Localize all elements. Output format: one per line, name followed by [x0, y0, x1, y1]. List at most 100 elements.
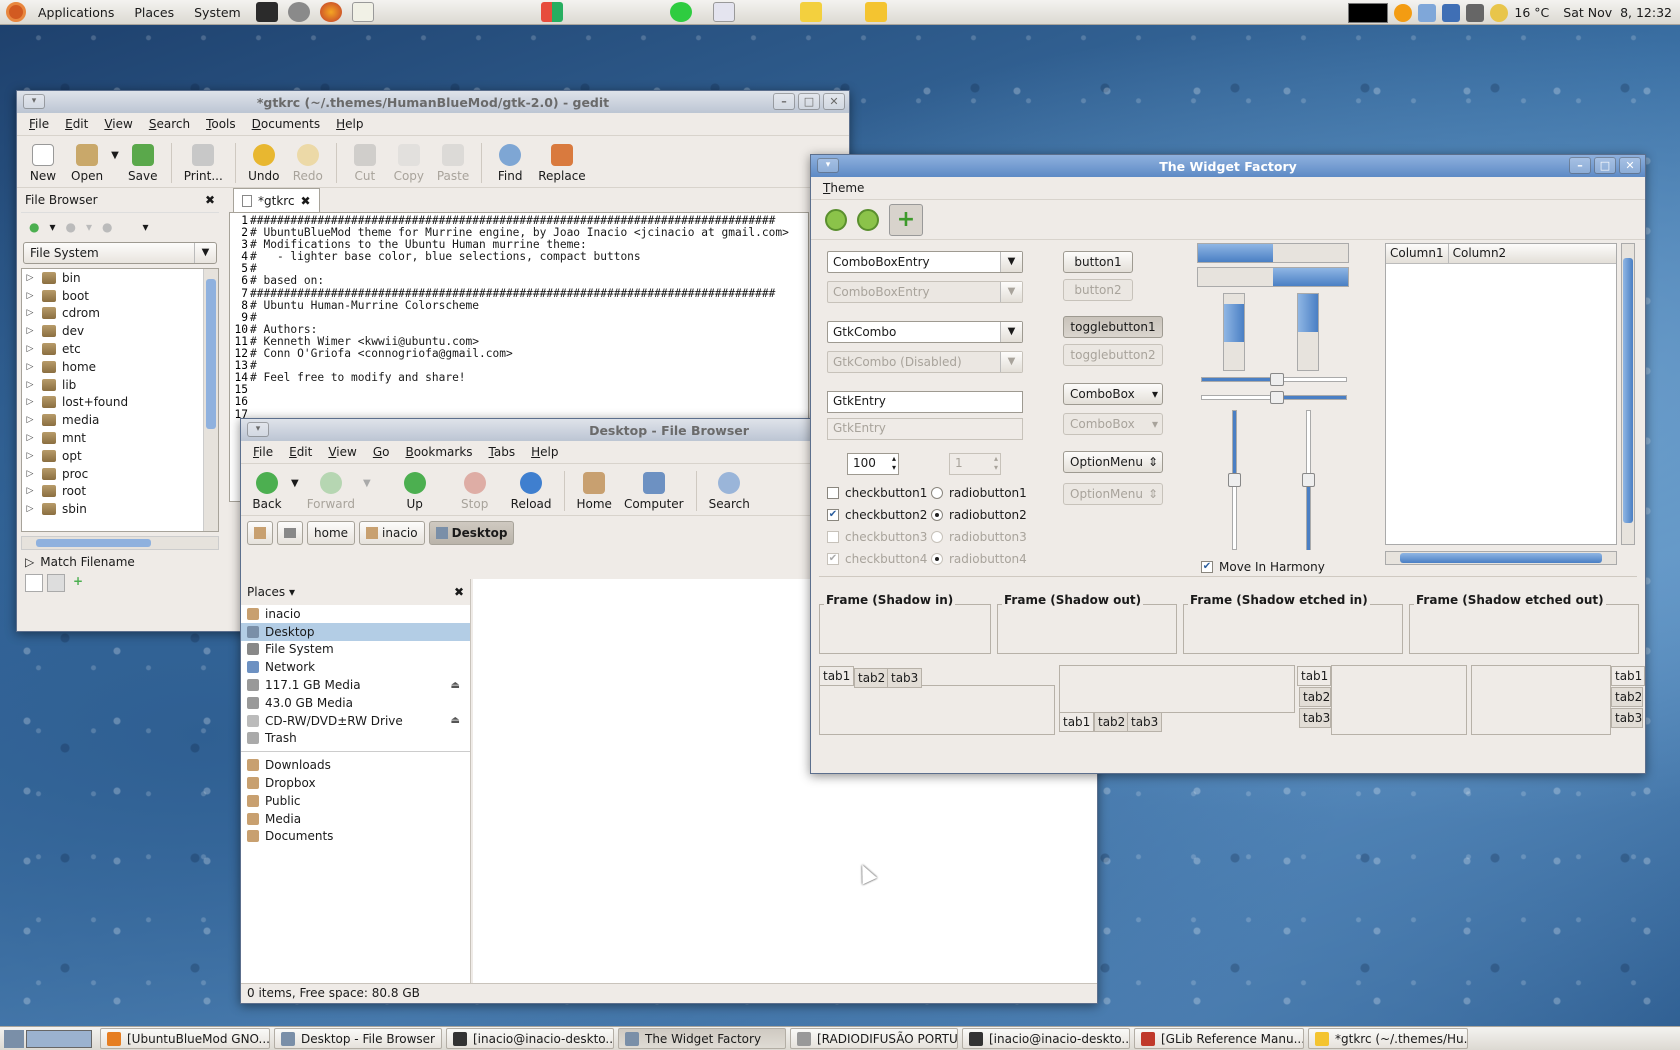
expander-icon[interactable]: ▷ — [22, 344, 38, 354]
checkbutton2[interactable]: ✔ checkbutton2 — [827, 508, 927, 522]
back-icon[interactable]: ● — [29, 220, 39, 234]
add-icon[interactable]: + — [889, 203, 923, 236]
match-filename-row[interactable]: ▷ Match Filename — [21, 550, 219, 574]
expander-icon[interactable]: ▷ — [22, 486, 38, 496]
tree-folder-row[interactable]: ▷ dev — [22, 322, 218, 340]
tree-folder-row[interactable]: ▷ sbin — [22, 500, 218, 518]
close-button[interactable]: ✕ — [1619, 157, 1641, 174]
tab-right-3[interactable]: tab3 — [1611, 708, 1643, 728]
wf-titlebar[interactable]: ▾ The Widget Factory – □ ✕ — [811, 155, 1645, 177]
tree-folder-row[interactable]: ▷ etc — [22, 340, 218, 358]
option-menu[interactable]: OptionMenu ⇕ — [1063, 451, 1163, 473]
tab-bottom-2[interactable]: tab2 — [1094, 712, 1130, 732]
combo-box-entry-disabled[interactable]: ComboBoxEntry ▼ — [827, 281, 1023, 303]
notes-launcher-icon[interactable] — [799, 2, 822, 22]
forward-button[interactable]: Forward — [303, 472, 359, 511]
tree-folder-row[interactable]: ▷ bin — [22, 269, 218, 287]
chevron-down-icon[interactable]: ▾ — [49, 220, 55, 234]
togglebutton2[interactable]: togglebutton2 — [1063, 344, 1163, 366]
expander-icon[interactable]: ▷ — [22, 469, 38, 479]
gedit-titlebar[interactable]: ▾ *gtkrc (~/.themes/HumanBlueMod/gtk-2.0… — [17, 91, 849, 113]
v-slider-1[interactable] — [1228, 410, 1241, 550]
gtk-combo-disabled[interactable]: GtkCombo (Disabled) ▼ — [827, 351, 1023, 373]
taskbar-button[interactable]: Desktop - File Browser — [274, 1028, 442, 1049]
tab-top-1[interactable]: tab1 — [819, 666, 855, 686]
cut-button[interactable]: Cut — [345, 144, 385, 183]
tree-folder-row[interactable]: ▷ media — [22, 411, 218, 429]
places-dropdown[interactable]: Places ▾ — [247, 585, 295, 599]
tree-folder-row[interactable]: ▷ lib — [22, 376, 218, 394]
bookmark-item[interactable]: Media — [241, 810, 470, 828]
chevron-down-icon[interactable]: ▾ — [143, 220, 149, 234]
option-menu-disabled[interactable]: OptionMenu ⇕ — [1063, 483, 1163, 505]
tree-folder-row[interactable]: ▷ mnt — [22, 429, 218, 447]
filebrowser-tab-icon[interactable] — [47, 574, 65, 592]
maximize-button[interactable]: □ — [798, 93, 820, 110]
move-in-harmony-check[interactable]: ✔ Move In Harmony — [1201, 560, 1325, 574]
close-button[interactable]: ✕ — [823, 93, 845, 110]
print-button[interactable]: Print... — [180, 144, 227, 183]
tab-right-2[interactable]: tab2 — [1611, 687, 1643, 707]
window-menu-icon[interactable]: ▾ — [23, 94, 45, 109]
tab-top-2[interactable]: tab2 — [854, 668, 890, 688]
ubuntu-logo-icon[interactable] — [6, 2, 26, 22]
scroll-thumb[interactable] — [206, 279, 216, 429]
checkbutton4[interactable]: ✔ checkbutton4 — [827, 552, 927, 566]
redo-button[interactable]: Redo — [288, 144, 328, 183]
radiobutton3[interactable]: radiobutton3 — [931, 530, 1027, 544]
scroll-thumb[interactable] — [1623, 258, 1633, 523]
checkbutton3[interactable]: checkbutton3 — [827, 530, 927, 544]
paste-button[interactable]: Paste — [433, 144, 473, 183]
chevron-down-icon[interactable]: ▼ — [291, 478, 299, 489]
tree-folder-row[interactable]: ▷ boot — [22, 287, 218, 305]
expander-icon[interactable]: ▷ — [22, 433, 38, 443]
document-tab[interactable]: *gtkrc ✖ — [233, 188, 320, 212]
open-button[interactable]: Open — [67, 144, 107, 183]
add-icon[interactable]: + — [69, 574, 87, 592]
back-button[interactable]: Back — [247, 472, 287, 511]
expander-icon[interactable]: ▷ — [22, 273, 38, 283]
taskbar-button[interactable]: [inacio@inacio-deskto... — [446, 1028, 614, 1049]
tree-scrollbar[interactable] — [203, 269, 218, 531]
reload-button[interactable]: Reload — [507, 472, 556, 511]
forward-icon[interactable]: ● — [66, 220, 76, 234]
scroll-thumb[interactable] — [36, 539, 151, 547]
tab-left-3[interactable]: tab3 — [1299, 708, 1331, 728]
path-desktop-button[interactable]: Desktop — [428, 521, 515, 545]
filesystem-combo[interactable]: File System ▼ — [23, 242, 217, 264]
network-icon[interactable] — [1418, 3, 1437, 22]
up-icon[interactable]: ● — [102, 220, 112, 234]
taskbar-button[interactable]: [GLib Reference Manu... — [1134, 1028, 1304, 1049]
menu-file[interactable]: File — [21, 117, 57, 131]
undo-button[interactable]: Undo — [244, 144, 284, 183]
v-slider-2[interactable] — [1302, 410, 1315, 550]
menu-documents[interactable]: Documents — [244, 117, 328, 131]
weather-icon[interactable] — [1490, 3, 1509, 22]
tree-folder-row[interactable]: ▷ cdrom — [22, 305, 218, 323]
radiobutton2[interactable]: radiobutton2 — [931, 508, 1027, 522]
place-item[interactable]: Trash — [241, 730, 470, 748]
search-button[interactable]: Search — [705, 472, 754, 511]
chevron-down-icon[interactable]: ▼ — [111, 150, 119, 161]
clock[interactable]: Sat Nov 8, 12:32 — [1563, 5, 1672, 20]
eject-icon[interactable]: ⏏ — [451, 680, 460, 691]
back-icon[interactable] — [825, 208, 847, 231]
bookmark-item[interactable]: Public — [241, 792, 470, 810]
taskbar-button[interactable]: *gtkrc (~/.themes/Hu... — [1308, 1028, 1468, 1049]
firefox-launcher-icon[interactable] — [319, 2, 342, 22]
terminal-launcher-icon[interactable] — [255, 2, 278, 22]
applications-menu[interactable]: Applications — [30, 5, 122, 20]
place-item[interactable]: inacio — [241, 605, 470, 623]
eject-icon[interactable]: ⏏ — [451, 715, 460, 726]
spin-button-disabled[interactable]: 1 ▴ ▾ — [949, 453, 1001, 475]
bookmark-item[interactable]: Documents — [241, 828, 470, 846]
scroll-thumb[interactable] — [1400, 553, 1602, 563]
toggle-location-button[interactable] — [247, 521, 273, 545]
close-pane-icon[interactable]: ✖ — [205, 193, 215, 207]
tab-right-1[interactable]: tab1 — [1611, 666, 1645, 686]
taskbar-button[interactable]: [inacio@inacio-deskto... — [962, 1028, 1130, 1049]
menu-help[interactable]: Help — [328, 117, 371, 131]
menu-search[interactable]: Search — [141, 117, 198, 131]
menu-help[interactable]: Help — [523, 445, 566, 459]
place-item[interactable]: CD-RW/DVD±RW Drive ⏏ — [241, 712, 470, 730]
